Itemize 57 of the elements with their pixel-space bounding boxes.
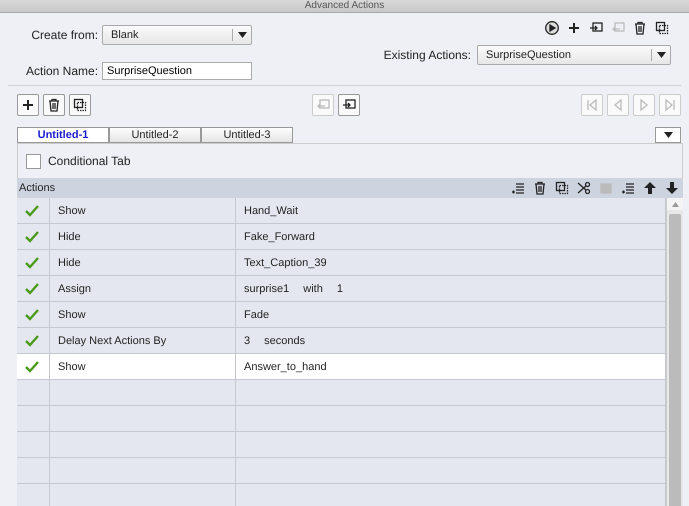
section-title: Actions	[19, 182, 56, 194]
action-row[interactable]: Show Hand_Wait	[17, 198, 666, 224]
table-cell: 1	[336, 282, 343, 294]
copy-button[interactable]	[69, 94, 91, 116]
trash-icon[interactable]	[47, 98, 61, 112]
action-row[interactable]: Assign surprise1 with 1	[17, 276, 666, 302]
table-cell: Assign	[58, 282, 92, 294]
checkmark-icon[interactable]	[25, 204, 39, 216]
checkmark-icon[interactable]	[25, 308, 39, 320]
caret-icon[interactable]	[238, 32, 248, 38]
table-cell: Show	[58, 204, 86, 216]
trash-button[interactable]	[43, 94, 65, 116]
table-cell: Fake_Forward	[244, 230, 315, 242]
table-cell: Hide	[58, 230, 81, 242]
window-title: Advanced Actions	[0, 0, 689, 13]
table-cell: with	[303, 282, 323, 294]
scroll-up-icon[interactable]	[672, 202, 678, 206]
checkbox[interactable]	[26, 154, 41, 168]
checkbox-label: Conditional Tab	[48, 154, 131, 168]
table-cell: Hide	[58, 256, 81, 268]
caret-icon[interactable]	[664, 132, 672, 138]
table-cell: Answer_to_hand	[244, 360, 327, 372]
tab[interactable]: Untitled-2	[109, 127, 201, 143]
checkmark-icon[interactable]	[25, 282, 39, 294]
tab[interactable]: Untitled-1	[17, 127, 109, 143]
action-row[interactable]: Delay Next Actions By 3 seconds	[17, 328, 666, 354]
field-label: Action Name:	[26, 64, 98, 78]
caret-icon[interactable]	[657, 52, 666, 58]
create-from-dropdown[interactable]: Blank	[102, 24, 252, 44]
action-row[interactable]: Show Fade	[17, 302, 666, 328]
copy-icon[interactable]	[73, 98, 87, 112]
plus-icon[interactable]	[21, 98, 35, 112]
table-cell: Delay Next Actions By	[58, 334, 166, 346]
table-cell: Text_Caption_39	[244, 256, 327, 268]
checkmark-icon[interactable]	[25, 360, 39, 372]
checkmark-icon[interactable]	[25, 256, 39, 268]
tab-menu-button[interactable]	[655, 127, 681, 143]
existing-actions-dropdown[interactable]: SurpriseQuestion	[477, 45, 671, 65]
action-row[interactable]: Show Answer_to_hand	[17, 354, 666, 380]
tab[interactable]: Untitled-3	[201, 127, 293, 143]
table-cell: surprise1	[244, 282, 290, 294]
scrollbar[interactable]	[666, 198, 683, 506]
table-cell: Show	[58, 308, 86, 320]
table-cell: Fade	[244, 308, 270, 320]
field-label: Create from:	[30, 28, 98, 42]
action-name-field[interactable]: SurpriseQuestion	[102, 62, 252, 80]
checkmark-icon[interactable]	[25, 334, 39, 346]
table-cell: 3	[244, 334, 250, 346]
checkmark-icon[interactable]	[25, 230, 39, 242]
table-cell: Hand_Wait	[244, 204, 298, 216]
action-row[interactable]: Hide Text_Caption_39	[17, 250, 666, 276]
field-label: Existing Actions:	[384, 48, 471, 62]
table-cell: seconds	[264, 334, 306, 346]
plus-button[interactable]	[17, 94, 39, 116]
import-button[interactable]	[338, 94, 360, 116]
action-row[interactable]: Hide Fake_Forward	[17, 224, 666, 250]
table-cell: Show	[58, 360, 86, 372]
